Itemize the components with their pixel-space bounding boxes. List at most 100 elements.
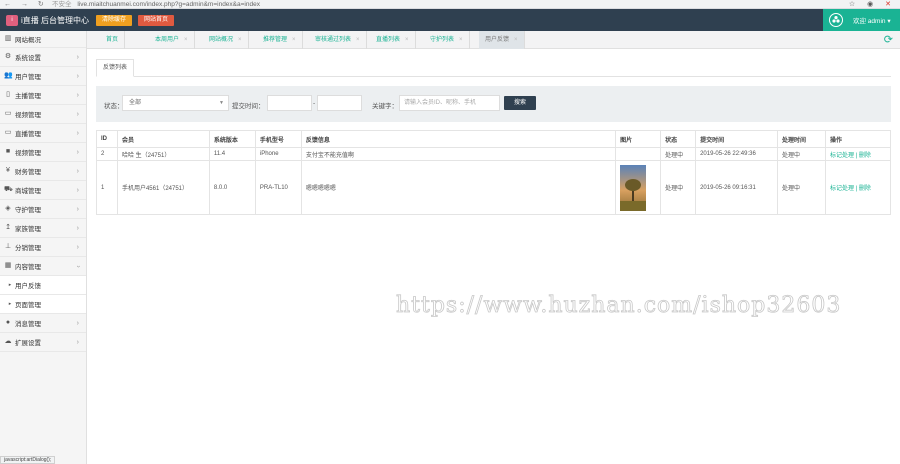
cell-actions: 标记处理 | 删除 xyxy=(824,147,892,161)
column-header: 系统版本 xyxy=(208,130,256,148)
cell-model: PRA-TL10 xyxy=(254,160,302,215)
site-home-button[interactable]: 网站首页 xyxy=(138,15,175,26)
chevron-right-icon: › xyxy=(76,54,79,61)
chevron-down-icon: ▼ xyxy=(219,100,224,106)
sidebar-item[interactable]: ☁ 扩展设置 › xyxy=(0,333,86,352)
sidebar-item-label: 网站概况 xyxy=(15,37,41,44)
start-date-input[interactable] xyxy=(267,95,312,111)
sidebar-item[interactable]: ● 消息管理 › xyxy=(0,314,86,333)
watermark: https://www.huzhan.com/ishop32603 xyxy=(396,293,842,319)
refresh-icon[interactable]: ⟳ xyxy=(884,33,893,47)
page-tab[interactable]: 用户反馈 × xyxy=(479,31,525,49)
sidebar-subitem[interactable]: ▸ 用户反馈 xyxy=(0,276,86,295)
sidebar-item[interactable]: ▭ 直播管理 › xyxy=(0,124,86,143)
sidebar-item-label: 用户管理 xyxy=(15,74,41,81)
sidebar-item[interactable]: ⊥ 分销管理 › xyxy=(0,238,86,257)
close-tab-icon[interactable]: × xyxy=(238,37,242,43)
yen-icon: ¥ xyxy=(6,167,10,174)
mark-handled-link[interactable]: 标记处理 xyxy=(830,186,854,192)
status-bar: javascript:artDialog(); xyxy=(0,456,56,464)
user-label: 欢迎 admin ▾ xyxy=(853,18,891,25)
sidebar-item[interactable]: ¥ 财务管理 › xyxy=(0,162,86,181)
page-tab[interactable]: 守护列表 × xyxy=(424,31,470,49)
cell-submit-time: 2019-05-26 09:16:31 xyxy=(695,160,779,215)
page-tab[interactable]: 推荐管理 × xyxy=(257,31,303,49)
table-header: ID 会员 系统版本 手机型号 反馈信息 图片 状态 提交时间 处理时间 操作 xyxy=(96,130,892,148)
sidebar-item[interactable]: ◈ 守护管理 › xyxy=(0,200,86,219)
url-text: live.miaitchuanmei.com/index.php?g=admin… xyxy=(77,1,260,8)
tab-label: 直播列表 xyxy=(376,37,401,43)
column-header: 提交时间 xyxy=(695,130,779,148)
sidebar-item[interactable]: 👥 用户管理 › xyxy=(0,67,86,86)
address-bar[interactable]: 不安全 live.miaitchuanmei.com/index.php?g=a… xyxy=(52,0,260,9)
cell-id: 2 xyxy=(96,147,118,161)
browser-nav-icons[interactable]: ← → ↻ xyxy=(4,0,48,9)
sidebar-item-home[interactable]: ▥ 网站概况 xyxy=(0,31,86,48)
logo-icon: i xyxy=(6,14,18,26)
avatar-icon xyxy=(829,13,843,27)
column-header: 操作 xyxy=(824,130,892,148)
cell-info: 嗯嗯嗯嗯嗯 xyxy=(300,160,617,215)
chevron-right-icon: › xyxy=(74,265,82,268)
sidebar-item[interactable]: ▯ 主播管理 › xyxy=(0,86,86,105)
search-button[interactable]: 搜索 xyxy=(504,96,536,110)
status-select[interactable]: 全部 ▼ xyxy=(122,95,229,111)
sitemap-icon: ⊥ xyxy=(4,243,12,250)
column-header: 状态 xyxy=(660,130,697,148)
sidebar-item[interactable]: ⚙ 系统设置 › xyxy=(0,48,86,67)
page-tab[interactable]: 审核通过列表 × xyxy=(309,31,367,49)
close-tab-icon[interactable]: × xyxy=(292,37,296,43)
sidebar-item-label: 分销管理 xyxy=(15,245,41,252)
sidebar-item-label: 财务管理 xyxy=(15,169,41,176)
status-select-value: 全部 xyxy=(129,100,142,106)
cell-submit-time: 2019-05-26 22:49:36 xyxy=(695,147,779,161)
bell-icon: ● xyxy=(5,319,11,326)
monitor-icon: ▭ xyxy=(4,110,12,117)
user-menu[interactable]: 欢迎 admin ▾ xyxy=(823,9,900,31)
keyword-input[interactable]: 请输入会员ID、昵称、手机 xyxy=(399,95,500,111)
delete-link[interactable]: 删除 xyxy=(859,153,871,159)
chevron-right-icon: › xyxy=(76,92,79,99)
tab-label: 首页 xyxy=(106,37,119,43)
status-label: 状态： xyxy=(104,103,124,110)
page-tab[interactable]: 网站概况 × xyxy=(203,31,249,49)
page-tab[interactable]: 直播列表 × xyxy=(370,31,416,49)
tab-label: 本周用户 xyxy=(155,37,180,43)
close-tab-icon[interactable]: × xyxy=(184,37,188,43)
close-icon[interactable]: ✕ xyxy=(885,1,896,8)
close-tab-icon[interactable]: × xyxy=(459,37,463,43)
end-date-input[interactable] xyxy=(317,95,362,111)
page-tab[interactable]: 本周用户 × xyxy=(149,31,195,49)
sidebar-item[interactable]: ■ 视频管理 › xyxy=(0,143,86,162)
delete-link[interactable]: 删除 xyxy=(859,186,871,192)
sidebar-item[interactable]: ▭ 视频管理 › xyxy=(0,105,86,124)
cell-member: 手机用户4561（24751） xyxy=(116,160,210,215)
bullet-icon: ▸ xyxy=(8,301,12,307)
sidebar-item[interactable]: ▦ 内容管理 › xyxy=(0,257,86,276)
tab-label: 推荐管理 xyxy=(263,37,288,43)
sidebar: ▥ 网站概况 ⚙ 系统设置 › 👥 用户管理 › ▯ 主播管理 › ▭ 视频管理 › ▭ 直播管理 › ■ 视频… xyxy=(0,31,87,464)
cell-info: 支付宝不能充值啊 xyxy=(300,147,617,161)
feedback-image-thumbnail[interactable] xyxy=(620,164,647,211)
close-tab-icon[interactable]: × xyxy=(356,37,360,43)
users-icon: 👥 xyxy=(4,72,13,79)
arrow-up-icon: ↥ xyxy=(5,224,11,231)
browser-window-icons[interactable]: ☆ ◉ ✕ xyxy=(849,0,896,9)
sidebar-item[interactable]: ↥ 家族管理 › xyxy=(0,219,86,238)
cell-model: iPhone xyxy=(254,147,302,161)
tab-feedback-list[interactable]: 反馈列表 xyxy=(96,59,134,77)
grid-icon: ▦ xyxy=(4,262,12,269)
sidebar-item[interactable]: ⛟ 商城管理 › xyxy=(0,181,86,200)
column-header: 处理时间 xyxy=(777,130,826,148)
chevron-right-icon: › xyxy=(76,130,79,137)
security-indicator: 不安全 xyxy=(52,1,72,8)
chevron-right-icon: › xyxy=(76,244,79,251)
mark-handled-link[interactable]: 标记处理 xyxy=(830,153,854,159)
close-tab-icon[interactable]: × xyxy=(405,37,409,43)
sidebar-item-label: 页面管理 xyxy=(15,302,41,309)
sidebar-subitem[interactable]: ▸ 页面管理 xyxy=(0,295,86,314)
page-tab[interactable]: 首页 xyxy=(100,31,126,49)
clear-cache-button[interactable]: 清除缓存 xyxy=(96,15,133,26)
column-header: 反馈信息 xyxy=(300,130,617,148)
close-tab-icon[interactable]: × xyxy=(514,37,518,43)
